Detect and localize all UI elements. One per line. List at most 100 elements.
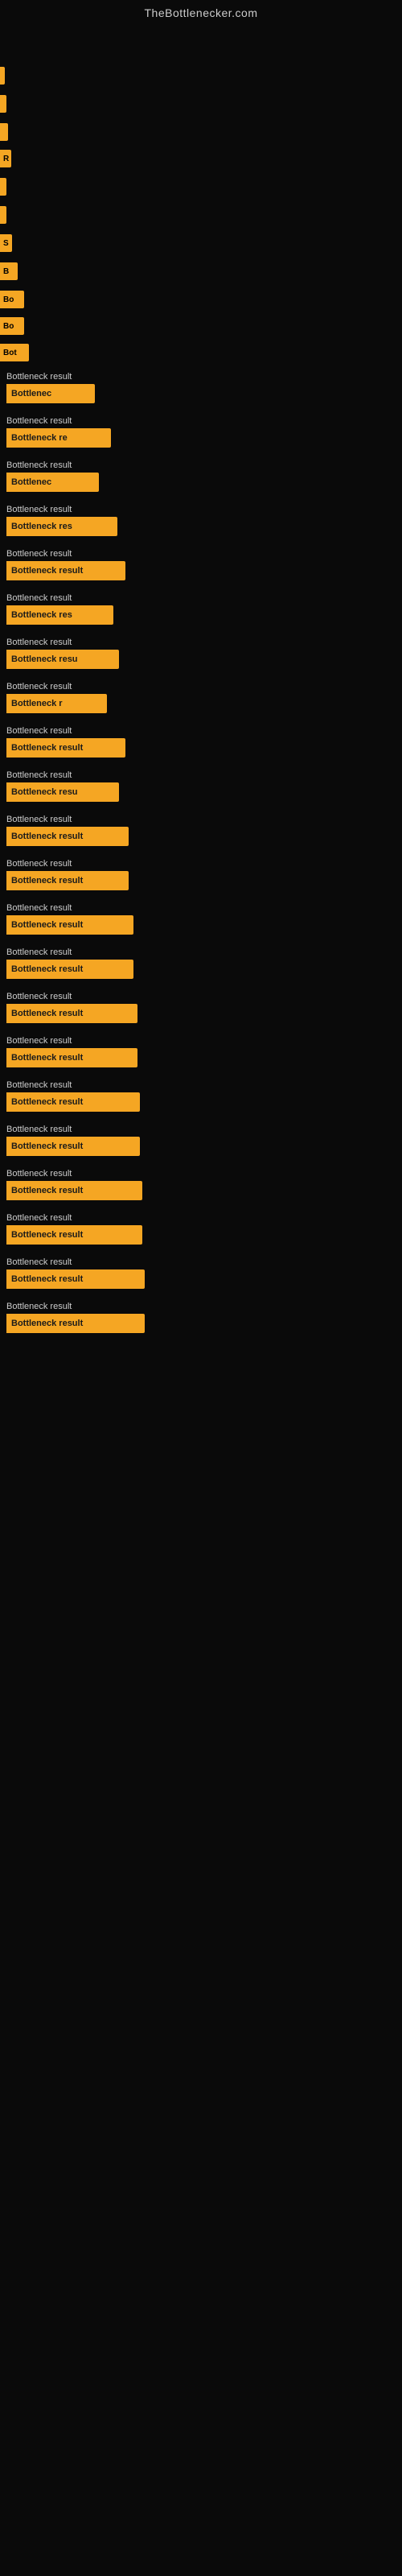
result-block-20: Bottleneck result Bottleneck result — [3, 1210, 402, 1248]
result-bar-wrap-21: Bottleneck result — [3, 1269, 402, 1289]
bar-fill-1 — [0, 67, 5, 85]
result-bar-22: Bottleneck result — [6, 1314, 145, 1333]
bar-fill-5 — [0, 178, 6, 196]
result-bar-text-5: Bottleneck result — [11, 566, 83, 576]
bar-5 — [0, 178, 402, 196]
result-bar-wrap-17: Bottleneck result — [3, 1092, 402, 1112]
result-label-10: Bottleneck result — [3, 770, 402, 780]
result-block-7: Bottleneck result Bottleneck resu — [3, 634, 402, 672]
result-bar-6: Bottleneck res — [6, 605, 113, 625]
result-bar-wrap-19: Bottleneck result — [3, 1181, 402, 1200]
result-label-8: Bottleneck result — [3, 682, 402, 691]
result-bar-1: Bottlenec — [6, 384, 95, 403]
result-bar-text-12: Bottleneck result — [11, 876, 83, 886]
result-block-16: Bottleneck result Bottleneck result — [3, 1033, 402, 1071]
result-bar-text-8: Bottleneck r — [11, 699, 63, 708]
chart-area: R S B Bo Bo Bot — [0, 23, 402, 361]
result-bar-wrap-12: Bottleneck result — [3, 871, 402, 890]
result-label-16: Bottleneck result — [3, 1036, 402, 1046]
result-bar-wrap-20: Bottleneck result — [3, 1225, 402, 1245]
result-bar-text-6: Bottleneck res — [11, 610, 72, 620]
result-bar-text-3: Bottlenec — [11, 477, 51, 487]
result-label-2: Bottleneck result — [3, 416, 402, 426]
result-block-18: Bottleneck result Bottleneck result — [3, 1121, 402, 1159]
result-bar-21: Bottleneck result — [6, 1269, 145, 1289]
bar-fill-8: B — [0, 262, 18, 280]
bar-8: B — [0, 262, 402, 280]
result-bar-text-19: Bottleneck result — [11, 1186, 83, 1195]
result-label-13: Bottleneck result — [3, 903, 402, 913]
result-bar-text-17: Bottleneck result — [11, 1097, 83, 1107]
result-bar-text-15: Bottleneck result — [11, 1009, 83, 1018]
result-bar-wrap-7: Bottleneck resu — [3, 650, 402, 669]
result-bar-text-13: Bottleneck result — [11, 920, 83, 930]
result-bar-wrap-4: Bottleneck res — [3, 517, 402, 536]
bar-9: Bo — [0, 291, 402, 308]
result-bar-17: Bottleneck result — [6, 1092, 140, 1112]
result-label-9: Bottleneck result — [3, 726, 402, 736]
result-bar-14: Bottleneck result — [6, 960, 133, 979]
result-block-5: Bottleneck result Bottleneck result — [3, 546, 402, 584]
result-label-7: Bottleneck result — [3, 638, 402, 647]
result-block-3: Bottleneck result Bottlenec — [3, 457, 402, 495]
bar-4: R — [0, 150, 402, 167]
result-bar-13: Bottleneck result — [6, 915, 133, 935]
result-bar-text-14: Bottleneck result — [11, 964, 83, 974]
result-bar-wrap-14: Bottleneck result — [3, 960, 402, 979]
bar-fill-9: Bo — [0, 291, 24, 308]
result-bar-16: Bottleneck result — [6, 1048, 137, 1067]
bar-fill-10: Bo — [0, 317, 24, 335]
result-block-22: Bottleneck result Bottleneck result — [3, 1298, 402, 1336]
result-bar-text-22: Bottleneck result — [11, 1319, 83, 1328]
result-bar-wrap-15: Bottleneck result — [3, 1004, 402, 1023]
result-bar-wrap-11: Bottleneck result — [3, 827, 402, 846]
result-bar-15: Bottleneck result — [6, 1004, 137, 1023]
result-block-4: Bottleneck result Bottleneck res — [3, 502, 402, 539]
bar-7: S — [0, 234, 402, 252]
bar-2 — [0, 95, 402, 113]
bar-fill-2 — [0, 95, 6, 113]
result-label-22: Bottleneck result — [3, 1302, 402, 1311]
result-bar-wrap-2: Bottleneck re — [3, 428, 402, 448]
result-bar-wrap-22: Bottleneck result — [3, 1314, 402, 1333]
result-bar-3: Bottlenec — [6, 473, 99, 492]
result-block-1: Bottleneck result Bottlenec — [3, 369, 402, 407]
result-label-1: Bottleneck result — [3, 372, 402, 382]
site-title-bar: TheBottlenecker.com — [0, 0, 402, 23]
result-bar-text-9: Bottleneck result — [11, 743, 83, 753]
result-block-21: Bottleneck result Bottleneck result — [3, 1254, 402, 1292]
result-bar-wrap-5: Bottleneck result — [3, 561, 402, 580]
results-container: Bottleneck result Bottlenec Bottleneck r… — [0, 361, 402, 1336]
result-label-5: Bottleneck result — [3, 549, 402, 559]
result-bar-12: Bottleneck result — [6, 871, 129, 890]
result-bar-wrap-3: Bottlenec — [3, 473, 402, 492]
result-block-19: Bottleneck result Bottleneck result — [3, 1166, 402, 1203]
bar-10: Bo — [0, 317, 402, 335]
bar-6 — [0, 206, 402, 224]
result-block-9: Bottleneck result Bottleneck result — [3, 723, 402, 761]
result-bar-18: Bottleneck result — [6, 1137, 140, 1156]
result-bar-wrap-8: Bottleneck r — [3, 694, 402, 713]
result-block-6: Bottleneck result Bottleneck res — [3, 590, 402, 628]
bar-1 — [0, 67, 402, 85]
result-bar-wrap-13: Bottleneck result — [3, 915, 402, 935]
result-bar-wrap-16: Bottleneck result — [3, 1048, 402, 1067]
result-bar-10: Bottleneck resu — [6, 782, 119, 802]
result-bar-wrap-10: Bottleneck resu — [3, 782, 402, 802]
result-block-17: Bottleneck result Bottleneck result — [3, 1077, 402, 1115]
result-label-4: Bottleneck result — [3, 505, 402, 514]
site-title: TheBottlenecker.com — [0, 0, 402, 23]
result-label-18: Bottleneck result — [3, 1125, 402, 1134]
result-label-19: Bottleneck result — [3, 1169, 402, 1179]
result-bar-text-16: Bottleneck result — [11, 1053, 83, 1063]
result-block-15: Bottleneck result Bottleneck result — [3, 989, 402, 1026]
result-block-12: Bottleneck result Bottleneck result — [3, 856, 402, 894]
result-label-11: Bottleneck result — [3, 815, 402, 824]
result-label-14: Bottleneck result — [3, 947, 402, 957]
result-block-13: Bottleneck result Bottleneck result — [3, 900, 402, 938]
result-bar-text-10: Bottleneck resu — [11, 787, 78, 797]
result-bar-wrap-9: Bottleneck result — [3, 738, 402, 758]
bar-3 — [0, 123, 402, 141]
result-bar-wrap-1: Bottlenec — [3, 384, 402, 403]
result-bar-19: Bottleneck result — [6, 1181, 142, 1200]
